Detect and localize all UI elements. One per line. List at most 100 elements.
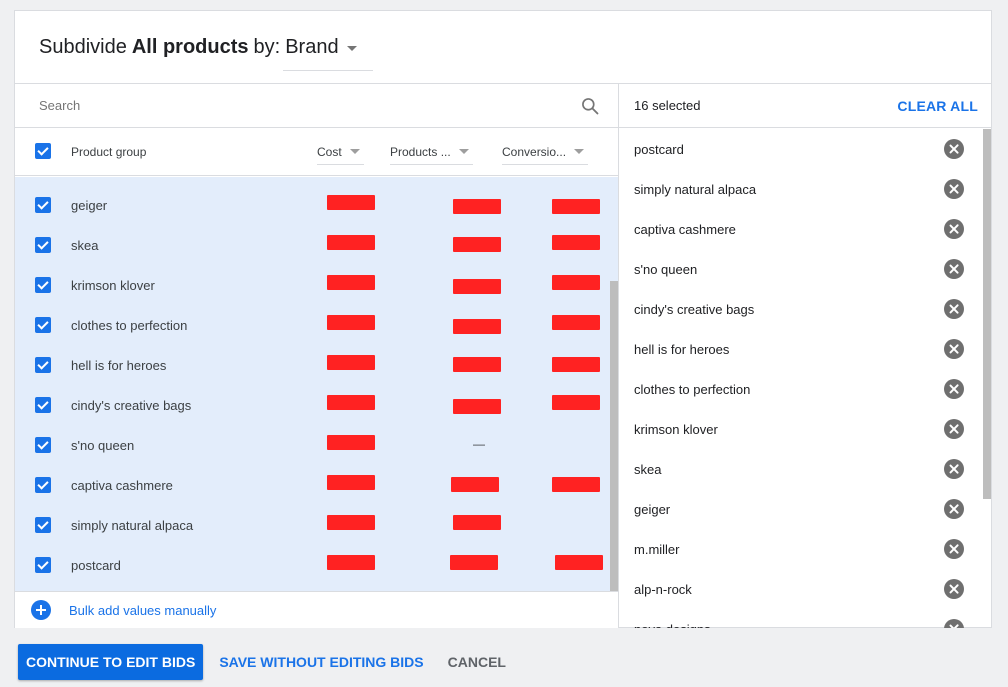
header-conversions[interactable]: Conversio...: [502, 145, 589, 165]
title-product-group: All products: [131, 35, 249, 58]
selected-item-name: alp-n-rock: [634, 582, 692, 597]
cost-redacted-value: [327, 395, 375, 410]
add-circle-icon: [31, 600, 51, 620]
selected-list-scrollbar[interactable]: [983, 129, 991, 499]
cancel-button[interactable]: CANCEL: [440, 644, 514, 680]
selected-item: krimson klover: [619, 409, 991, 449]
selected-item-name: s'no queen: [634, 262, 698, 277]
products-redacted-value: [453, 357, 501, 372]
remove-circle-icon[interactable]: [944, 539, 964, 559]
remove-circle-icon[interactable]: [944, 419, 964, 439]
search-icon[interactable]: [580, 96, 600, 116]
table-row[interactable]: clothes to perfection: [15, 305, 618, 345]
conversions-redacted-value: [552, 199, 600, 214]
remove-circle-icon[interactable]: [944, 459, 964, 479]
table-row[interactable]: captiva cashmere: [15, 465, 618, 505]
products-redacted-value: [453, 515, 501, 530]
product-group-name: hell is for heroes: [71, 358, 167, 373]
product-group-name: postcard: [71, 558, 121, 573]
selected-item-name: krimson klover: [634, 422, 718, 437]
selected-item-name: cindy's creative bags: [634, 302, 755, 317]
remove-circle-icon[interactable]: [944, 579, 964, 599]
subdivide-by-dropdown[interactable]: Brand: [283, 35, 374, 71]
conversions-redacted-value: [552, 357, 600, 372]
table-row[interactable]: cindy's creative bags: [15, 385, 618, 425]
dialog-footer: CONTINUE TO EDIT BIDS SAVE WITHOUT EDITI…: [18, 644, 514, 680]
header-products-label: Products ...: [390, 145, 451, 159]
selected-item: geiger: [619, 489, 991, 529]
continue-to-edit-bids-button[interactable]: CONTINUE TO EDIT BIDS: [18, 644, 204, 680]
row-checkbox[interactable]: [35, 557, 51, 573]
remove-circle-icon[interactable]: [944, 259, 964, 279]
header-products[interactable]: Products ...: [390, 145, 473, 165]
selected-item: skea: [619, 449, 991, 489]
selected-item: m.miller: [619, 529, 991, 569]
table-row[interactable]: s'no queen —: [15, 425, 618, 465]
selected-item-name: nova designs: [634, 622, 711, 628]
row-checkbox[interactable]: [35, 197, 51, 213]
remove-circle-icon[interactable]: [944, 219, 964, 239]
table-row[interactable]: geiger: [15, 185, 618, 225]
list-scrollbar[interactable]: [610, 281, 618, 591]
save-without-editing-bids-button[interactable]: SAVE WITHOUT EDITING BIDS: [211, 644, 431, 680]
select-all-checkbox[interactable]: [35, 143, 51, 159]
products-redacted-value: [453, 237, 501, 252]
table-row[interactable]: krimson klover: [15, 265, 618, 305]
product-group-name: simply natural alpaca: [71, 518, 194, 533]
row-checkbox[interactable]: [35, 397, 51, 413]
table-row[interactable]: hell is for heroes: [15, 345, 618, 385]
header-cost-label: Cost: [317, 145, 342, 159]
cost-redacted-value: [327, 355, 375, 370]
products-value: —: [473, 437, 485, 451]
row-checkbox[interactable]: [35, 517, 51, 533]
subdivide-by-value: Brand: [285, 35, 339, 58]
products-redacted-value: [453, 279, 501, 294]
selected-list: postcard simply natural alpaca captiva cas…: [619, 129, 991, 628]
row-checkbox[interactable]: [35, 277, 51, 293]
selected-item: clothes to perfection: [619, 369, 991, 409]
remove-circle-icon[interactable]: [944, 139, 964, 159]
search-input[interactable]: [39, 98, 580, 113]
conversions-redacted-value: [552, 315, 600, 330]
sort-caret-icon: [574, 149, 585, 154]
conversions-redacted-value: [552, 275, 600, 290]
table-header: Product group Cost Products ... Conversi…: [15, 128, 618, 176]
product-group-name: s'no queen: [71, 438, 135, 453]
clear-all-button[interactable]: CLEAR ALL: [897, 98, 978, 114]
dialog-header: Subdivide All products by: Brand: [15, 11, 991, 84]
bulk-add-button[interactable]: Bulk add values manually: [15, 591, 618, 628]
product-group-name: cindy's creative bags: [71, 398, 192, 413]
remove-circle-icon[interactable]: [944, 179, 964, 199]
table-row[interactable]: simply natural alpaca: [15, 505, 618, 545]
sort-caret-icon: [349, 149, 360, 154]
remove-circle-icon[interactable]: [944, 379, 964, 399]
table-row[interactable]: postcard: [15, 545, 618, 585]
selected-item: s'no queen: [619, 249, 991, 289]
remove-circle-icon[interactable]: [944, 619, 964, 628]
products-redacted-value: [453, 199, 501, 214]
bulk-add-label: Bulk add values manually: [69, 602, 217, 618]
title-suffix: by:: [253, 35, 281, 58]
selected-item: hell is for heroes: [619, 329, 991, 369]
cost-redacted-value: [327, 475, 375, 490]
product-group-name: skea: [71, 238, 99, 253]
remove-circle-icon[interactable]: [944, 299, 964, 319]
row-checkbox[interactable]: [35, 357, 51, 373]
selected-item: simply natural alpaca: [619, 169, 991, 209]
product-group-panel: Product group Cost Products ... Conversi…: [15, 84, 619, 628]
header-cost[interactable]: Cost: [317, 145, 364, 165]
selected-panel: 16 selected CLEAR ALL postcard simply nat…: [619, 84, 991, 628]
row-checkbox[interactable]: [35, 237, 51, 253]
selected-item-name: simply natural alpaca: [634, 182, 757, 197]
row-checkbox[interactable]: [35, 437, 51, 453]
table-row[interactable]: skea: [15, 225, 618, 265]
row-checkbox[interactable]: [35, 477, 51, 493]
remove-circle-icon[interactable]: [944, 339, 964, 359]
products-redacted-value: [450, 555, 498, 570]
search-bar: [15, 84, 618, 128]
remove-circle-icon[interactable]: [944, 499, 964, 519]
sort-caret-icon: [458, 149, 469, 154]
row-checkbox[interactable]: [35, 317, 51, 333]
conversions-redacted-value: [552, 395, 600, 410]
products-redacted-value: [453, 399, 501, 414]
